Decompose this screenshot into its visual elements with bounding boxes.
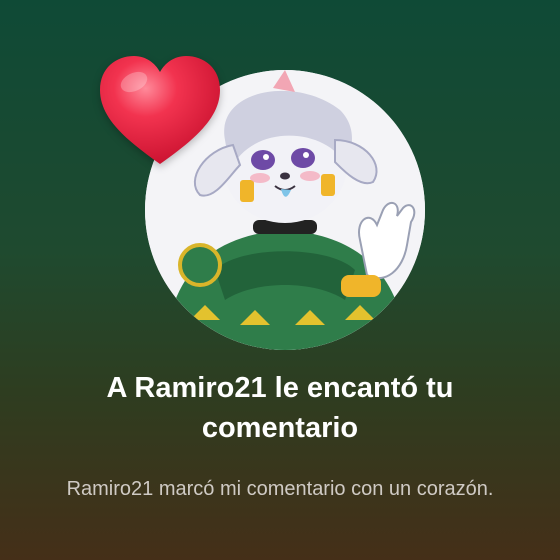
notification-title: A Ramiro21 le encantó tu comentario bbox=[106, 372, 454, 444]
notification-card: A Ramiro21 le encantó tu comentario Rami… bbox=[0, 0, 560, 560]
notification-body: Ramiro21 marcó mi comentario con un cora… bbox=[66, 478, 494, 500]
heart-icon bbox=[96, 52, 224, 170]
